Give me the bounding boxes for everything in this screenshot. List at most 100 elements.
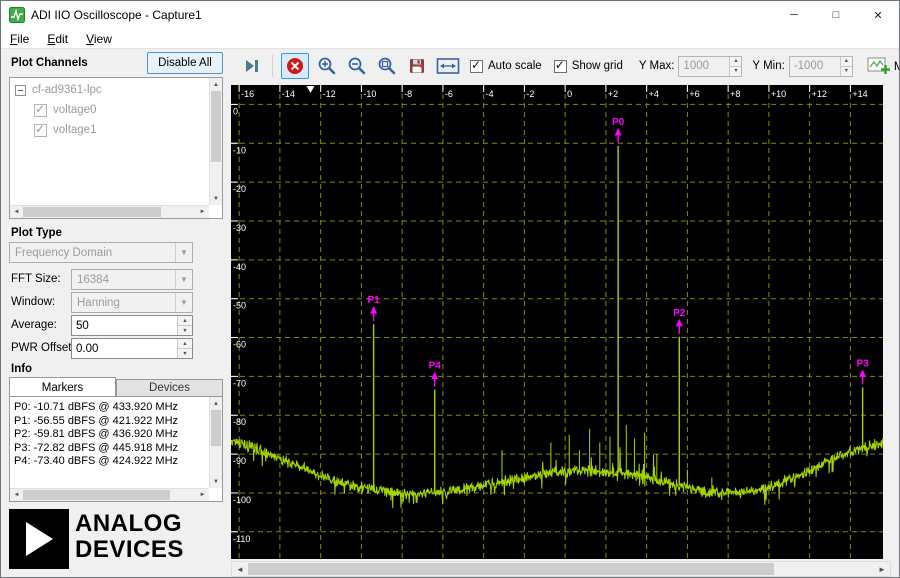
scroll-left-icon[interactable]: ◄ xyxy=(10,489,23,501)
spin-down-icon[interactable]: ▼ xyxy=(730,65,742,76)
plot-type-combo[interactable]: Frequency Domain ▼ xyxy=(9,242,193,263)
scroll-up-icon[interactable]: ▲ xyxy=(210,397,222,410)
marker-readout: P4: -73.40 dBFS @ 424.922 MHz xyxy=(14,455,179,467)
svg-text:-100: -100 xyxy=(233,495,251,505)
chevron-down-icon[interactable]: ▼ xyxy=(175,293,192,312)
pwr-offset-label: PWR Offset: xyxy=(11,342,75,354)
scrollbar-track[interactable] xyxy=(23,489,196,501)
spin-down-icon[interactable]: ▼ xyxy=(840,65,852,76)
scroll-right-icon[interactable]: ► xyxy=(196,489,209,501)
svg-text:-40: -40 xyxy=(233,262,246,272)
scrollbar-thumb[interactable] xyxy=(23,207,162,217)
spin-down-icon[interactable]: ▼ xyxy=(178,325,192,335)
scroll-down-icon[interactable]: ▼ xyxy=(210,475,222,488)
device-row[interactable]: cf-ad9361-lpc xyxy=(10,81,102,99)
tab-devices[interactable]: Devices xyxy=(116,379,223,397)
marker-readout: P2: -59.81 dBFS @ 436.920 MHz xyxy=(14,428,179,440)
channel-tree-vscrollbar[interactable]: ▲ ▼ xyxy=(209,78,222,205)
close-button[interactable]: ✕ xyxy=(857,1,899,29)
scroll-up-icon[interactable]: ▲ xyxy=(210,78,222,91)
y-max-label: Y Max: xyxy=(638,60,675,72)
svg-text:-14: -14 xyxy=(282,89,295,99)
tab-markers[interactable]: Markers xyxy=(9,377,116,397)
voltage0-checkbox[interactable] xyxy=(34,102,47,117)
markers-vscrollbar[interactable]: ▲ ▼ xyxy=(209,397,222,488)
scroll-right-icon[interactable]: ► xyxy=(196,206,209,218)
window-controls: ─ □ ✕ xyxy=(773,1,899,29)
scrollbar-track[interactable] xyxy=(23,206,196,218)
fft-size-label: FFT Size: xyxy=(11,273,61,285)
scroll-right-icon[interactable]: ► xyxy=(874,562,890,576)
svg-text:P1: P1 xyxy=(368,295,381,306)
voltage1-checkbox[interactable] xyxy=(34,122,47,137)
spectrum-plot[interactable]: P0P1P2P3P4-16 -14 -12 -10 -8 -6 -4 -2 0 +2 +4 +6 +8 +… xyxy=(230,85,884,559)
svg-text:+14: +14 xyxy=(852,89,867,99)
spectrum-plot-area[interactable]: P0 P1 P2 P3 P4 -16 -14 -12 -10 -8 -6 -4 -2 0 +2 +4 +6 +8 +… xyxy=(230,85,884,559)
fft-size-combo[interactable]: 16384 ▼ xyxy=(71,269,193,290)
marker-readout: P3: -72.82 dBFS @ 445.918 MHz xyxy=(14,441,179,454)
pwr-offset-input[interactable] xyxy=(72,339,177,358)
show-grid-label: Show grid xyxy=(571,60,623,72)
svg-text:-70: -70 xyxy=(233,378,246,388)
new-plot-icon[interactable] xyxy=(867,54,891,78)
voltage0-label: voltage0 xyxy=(53,104,97,116)
auto-scale-checkbox[interactable] xyxy=(470,58,483,73)
pan-view-icon[interactable] xyxy=(435,54,461,78)
stop-button[interactable] xyxy=(281,53,309,79)
zoom-out-icon[interactable] xyxy=(345,54,369,78)
svg-text:-90: -90 xyxy=(233,456,246,466)
scrollbar-thumb[interactable] xyxy=(211,410,221,446)
spin-down-icon[interactable]: ▼ xyxy=(178,348,192,358)
scrollbar-thumb[interactable] xyxy=(211,91,221,162)
chevron-down-icon[interactable]: ▼ xyxy=(175,243,192,262)
svg-text:-110: -110 xyxy=(233,534,250,544)
scroll-left-icon[interactable]: ◄ xyxy=(232,562,248,576)
markers-list: P0: -10.71 dBFS @ 433.920 MHz P1: -56.55… xyxy=(9,396,223,502)
menu-view[interactable]: View xyxy=(77,30,121,48)
plot-hscrollbar[interactable]: ◄ ► xyxy=(231,561,891,577)
maximize-button[interactable]: □ xyxy=(815,1,857,29)
channel-tree-hscrollbar[interactable]: ◄ ► xyxy=(10,205,209,218)
minimize-button[interactable]: ─ xyxy=(773,1,815,29)
svg-text:+12: +12 xyxy=(812,89,827,99)
svg-text:P0: P0 xyxy=(612,117,625,128)
plot-toolbar: Auto scale Show grid Y Max: ▲ ▼ Y Min: ▲… xyxy=(229,49,899,83)
zoom-in-icon[interactable] xyxy=(315,54,339,78)
markers-hscrollbar[interactable]: ◄ ► xyxy=(10,488,209,501)
auto-scale-label: Auto scale xyxy=(488,60,542,72)
menu-edit[interactable]: Edit xyxy=(38,30,77,48)
show-grid-checkbox[interactable] xyxy=(553,58,567,73)
scrollbar-track[interactable] xyxy=(210,91,222,192)
window-combo[interactable]: Hanning ▼ xyxy=(71,292,193,313)
average-input[interactable] xyxy=(72,316,177,335)
spin-up-icon[interactable]: ▲ xyxy=(178,316,192,325)
analog-devices-wordmark: ANALOG DEVICES xyxy=(75,511,184,563)
scrollbar-track[interactable] xyxy=(210,410,222,475)
chevron-down-icon[interactable]: ▼ xyxy=(175,270,192,289)
svg-text:-2: -2 xyxy=(526,89,534,99)
collapse-icon[interactable] xyxy=(15,84,26,96)
svg-text:P3: P3 xyxy=(857,358,870,369)
show-grid-group: Show grid xyxy=(553,58,623,73)
scrollbar-track[interactable] xyxy=(248,562,874,576)
scroll-down-icon[interactable]: ▼ xyxy=(210,192,222,205)
channel-row-voltage1[interactable]: voltage1 xyxy=(10,121,96,139)
svg-text:+4: +4 xyxy=(649,89,659,99)
spin-up-icon[interactable]: ▲ xyxy=(840,56,852,66)
channel-tree: cf-ad9361-lpc voltage0 voltage1 ▲ ▼ ◄ xyxy=(9,77,223,219)
spin-up-icon[interactable]: ▲ xyxy=(730,56,742,66)
channel-row-voltage0[interactable]: voltage0 xyxy=(10,101,96,119)
save-icon[interactable] xyxy=(405,54,429,78)
y-max-input[interactable] xyxy=(679,56,730,76)
spin-up-icon[interactable]: ▲ xyxy=(178,339,192,348)
scrollbar-thumb[interactable] xyxy=(248,563,774,575)
capture-play-icon[interactable] xyxy=(240,54,264,78)
svg-text:P4: P4 xyxy=(429,361,442,372)
disable-all-button[interactable]: Disable All xyxy=(147,52,223,74)
menu-file[interactable]: File xyxy=(1,30,38,48)
y-min-input[interactable] xyxy=(789,56,840,76)
scroll-left-icon[interactable]: ◄ xyxy=(10,206,23,218)
zoom-fit-icon[interactable] xyxy=(375,54,399,78)
svg-text:-60: -60 xyxy=(233,340,246,350)
scrollbar-thumb[interactable] xyxy=(23,490,171,500)
